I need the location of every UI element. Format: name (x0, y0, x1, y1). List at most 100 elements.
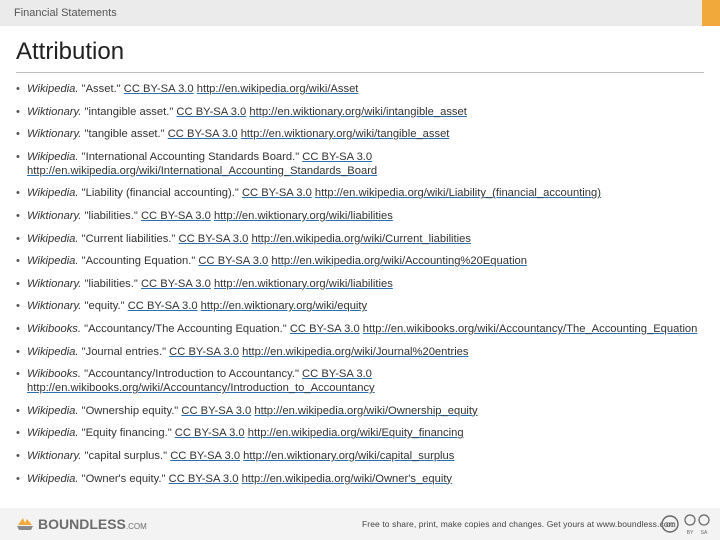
article-title: "Accounting Equation." (81, 255, 196, 268)
article-title: "intangible asset." (84, 105, 174, 118)
attribution-item: Wikipedia. "Liability (financial account… (16, 186, 706, 200)
source-name: Wikipedia. (27, 472, 79, 485)
article-title: "Journal entries." (81, 345, 167, 358)
source-name: Wiktionary. (27, 209, 82, 222)
article-title: "Current liabilities." (81, 232, 176, 245)
svg-text:BY: BY (687, 530, 694, 536)
license-link[interactable]: CC BY-SA 3.0 (181, 405, 251, 417)
source-url-link[interactable]: http://en.wikipedia.org/wiki/Liability_(… (315, 187, 601, 199)
source-name: Wikipedia. (27, 150, 79, 163)
title-divider (16, 72, 704, 73)
source-name: Wiktionary. (27, 300, 82, 313)
source-url-link[interactable]: http://en.wikipedia.org/wiki/Current_lia… (251, 233, 471, 245)
license-link[interactable]: CC BY-SA 3.0 (170, 450, 240, 462)
article-title: "Owner's equity." (81, 472, 166, 485)
source-name: Wikipedia. (27, 83, 79, 95)
attribution-item: Wiktionary. "equity." CC BY-SA 3.0 http:… (16, 299, 706, 313)
license-link[interactable]: CC BY-SA 3.0 (178, 233, 248, 245)
attribution-item: Wikipedia. "Owner's equity." CC BY-SA 3.… (16, 472, 706, 486)
source-url-link[interactable]: http://en.wikipedia.org/wiki/Equity_fina… (248, 427, 464, 439)
license-link[interactable]: CC BY-SA 3.0 (141, 278, 211, 290)
article-title: "Accountancy/The Accounting Equation." (84, 322, 287, 335)
source-name: Wikibooks. (27, 322, 81, 335)
source-name: Wikipedia. (27, 187, 79, 200)
article-title: "tangible asset." (84, 128, 165, 141)
source-name: Wiktionary. (27, 449, 82, 462)
source-name: Wikipedia. (27, 232, 79, 245)
attribution-item: Wiktionary. "tangible asset." CC BY-SA 3… (16, 127, 706, 141)
source-url-link[interactable]: http://en.wiktionary.org/wiki/tangible_a… (241, 128, 450, 140)
license-link[interactable]: CC BY-SA 3.0 (290, 323, 360, 335)
license-link[interactable]: CC BY-SA 3.0 (141, 210, 211, 222)
footer: BOUNDLESS.COM Free to share, print, make… (0, 508, 720, 540)
source-url-link[interactable]: http://en.wikipedia.org/wiki/Owner's_equ… (242, 473, 452, 485)
svg-text:SA: SA (701, 530, 708, 536)
source-url-link[interactable]: http://en.wiktionary.org/wiki/intangible… (249, 106, 466, 118)
source-name: Wikipedia. (27, 427, 79, 440)
header-bar: Financial Statements (0, 0, 720, 26)
article-title: "equity." (84, 300, 125, 313)
source-url-link[interactable]: http://en.wikibooks.org/wiki/Accountancy… (27, 382, 375, 394)
footer-note: Free to share, print, make copies and ch… (362, 519, 676, 529)
source-url-link[interactable]: http://en.wikipedia.org/wiki/Ownership_e… (254, 405, 477, 417)
source-url-link[interactable]: http://en.wikibooks.org/wiki/Accountancy… (363, 323, 698, 335)
header-accent-block (702, 0, 720, 26)
article-title: "Liability (financial accounting)." (81, 187, 239, 200)
license-link[interactable]: CC BY-SA 3.0 (169, 346, 239, 358)
source-name: Wiktionary. (27, 105, 82, 118)
attribution-item: Wikipedia. "International Accounting Sta… (16, 150, 706, 178)
article-title: "International Accounting Standards Boar… (81, 150, 300, 163)
svg-text:cc: cc (666, 520, 674, 529)
license-link[interactable]: CC BY-SA 3.0 (302, 368, 372, 380)
attribution-list: Wikipedia. "Asset." CC BY-SA 3.0 http://… (16, 82, 706, 494)
page-title: Attribution (16, 38, 125, 65)
attribution-item: Wikibooks. "Accountancy/Introduction to … (16, 367, 706, 395)
boundless-logo-icon (17, 518, 33, 530)
source-name: Wikipedia. (27, 255, 79, 268)
attribution-item: Wiktionary. "liabilities." CC BY-SA 3.0 … (16, 277, 706, 291)
article-title: "Equity financing." (81, 427, 172, 440)
license-link[interactable]: CC BY-SA 3.0 (124, 83, 194, 95)
source-url-link[interactable]: http://en.wiktionary.org/wiki/capital_su… (243, 450, 454, 462)
license-link[interactable]: CC BY-SA 3.0 (169, 473, 239, 485)
attribution-item: Wikipedia. "Journal entries." CC BY-SA 3… (16, 345, 706, 359)
attribution-item: Wiktionary. "intangible asset." CC BY-SA… (16, 105, 706, 119)
article-title: "Accountancy/Introduction to Accountancy… (84, 368, 299, 381)
article-title: "Ownership equity." (81, 404, 179, 417)
attribution-item: Wiktionary. "capital surplus." CC BY-SA … (16, 449, 706, 463)
license-link[interactable]: CC BY-SA 3.0 (128, 300, 198, 312)
attribution-item: Wiktionary. "liabilities." CC BY-SA 3.0 … (16, 209, 706, 223)
article-title: "capital surplus." (84, 449, 168, 462)
license-link[interactable]: CC BY-SA 3.0 (242, 187, 312, 199)
logo-text: BOUNDLESS.COM (38, 516, 147, 532)
license-link[interactable]: CC BY-SA 3.0 (175, 427, 245, 439)
section-title: Financial Statements (14, 7, 117, 19)
source-url-link[interactable]: http://en.wikipedia.org/wiki/Asset (197, 83, 359, 95)
article-title: "liabilities." (84, 209, 138, 222)
source-url-link[interactable]: http://en.wiktionary.org/wiki/liabilitie… (214, 210, 393, 222)
source-url-link[interactable]: http://en.wikipedia.org/wiki/Internation… (27, 165, 377, 177)
attribution-item: Wikibooks. "Accountancy/The Accounting E… (16, 322, 706, 336)
source-name: Wiktionary. (27, 277, 82, 290)
attribution-item: Wikipedia. "Ownership equity." CC BY-SA … (16, 404, 706, 418)
attribution-item: Wikipedia. "Current liabilities." CC BY-… (16, 232, 706, 246)
source-name: Wikipedia. (27, 345, 79, 358)
attribution-item: Wikipedia. "Asset." CC BY-SA 3.0 http://… (16, 82, 706, 96)
cc-by-sa-icon[interactable]: cc BY SA (660, 512, 712, 536)
license-link[interactable]: CC BY-SA 3.0 (198, 255, 268, 267)
license-link[interactable]: CC BY-SA 3.0 (302, 151, 372, 163)
source-name: Wiktionary. (27, 128, 82, 141)
source-url-link[interactable]: http://en.wiktionary.org/wiki/liabilitie… (214, 278, 393, 290)
source-url-link[interactable]: http://en.wiktionary.org/wiki/equity (201, 300, 367, 312)
source-url-link[interactable]: http://en.wikipedia.org/wiki/Accounting%… (271, 255, 527, 267)
article-title: "liabilities." (84, 277, 138, 290)
source-url-link[interactable]: http://en.wikipedia.org/wiki/Journal%20e… (242, 346, 468, 358)
license-link[interactable]: CC BY-SA 3.0 (176, 106, 246, 118)
attribution-item: Wikipedia. "Accounting Equation." CC BY-… (16, 254, 706, 268)
attribution-item: Wikipedia. "Equity financing." CC BY-SA … (16, 426, 706, 440)
article-title: "Asset." (81, 83, 121, 95)
boundless-logo[interactable]: BOUNDLESS.COM (16, 515, 147, 533)
source-name: Wikibooks. (27, 368, 81, 381)
source-name: Wikipedia. (27, 404, 79, 417)
license-link[interactable]: CC BY-SA 3.0 (168, 128, 238, 140)
